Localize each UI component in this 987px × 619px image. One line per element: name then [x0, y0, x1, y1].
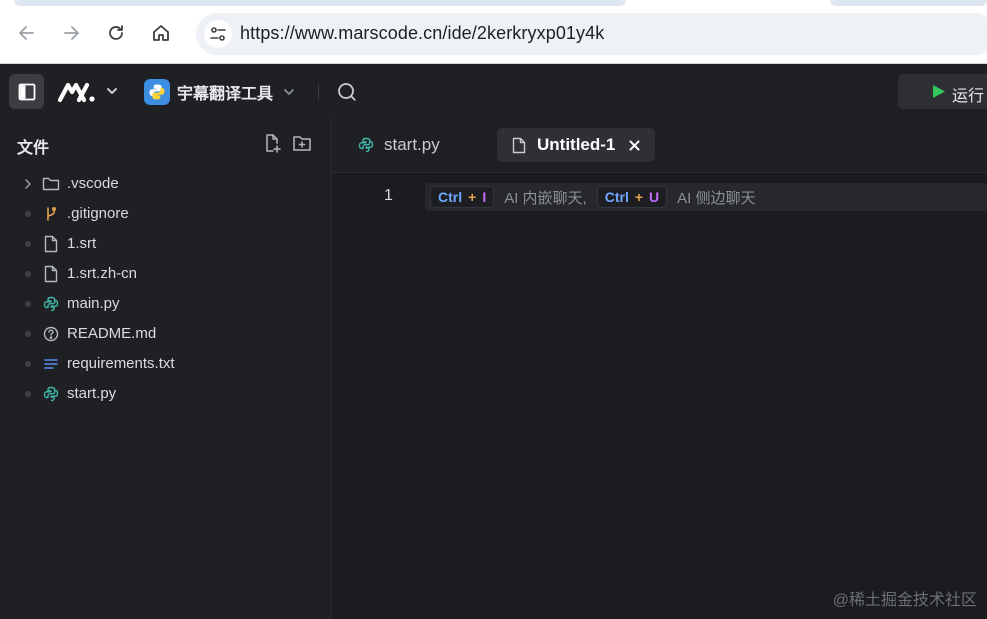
ide-header: 宇幕翻译工具 运行: [0, 64, 987, 119]
tree-item-main-py[interactable]: main.py: [0, 289, 331, 319]
editor-area: start.py Untitled-1 1 Ctrl + I AI 内嵌聊天, …: [332, 119, 987, 619]
browser-tab-strip-right: [830, 0, 987, 6]
project-name: 宇幕翻译工具: [177, 86, 274, 103]
shortcut-ctrl-i: Ctrl + I: [430, 186, 495, 208]
home-icon: [153, 25, 169, 41]
tab-start-py[interactable]: start.py: [358, 128, 440, 162]
forward-button[interactable]: [58, 20, 84, 46]
tree-item-label: requirements.txt: [67, 355, 175, 372]
tab-label: start.py: [384, 135, 440, 154]
hint-side-chat: AI 侧边聊天: [677, 189, 756, 207]
url-text[interactable]: https://www.marscode.cn/ide/2kerkryxp01y…: [240, 23, 604, 44]
project-switcher[interactable]: 宇幕翻译工具: [144, 78, 297, 106]
tree-item-label: README.md: [67, 325, 157, 342]
new-folder-icon[interactable]: [292, 133, 312, 153]
tab-label: Untitled-1: [537, 135, 616, 154]
reload-button[interactable]: [103, 20, 129, 46]
key-i: I: [482, 189, 487, 205]
help-circle-icon: [42, 325, 60, 343]
tree-item-label: main.py: [67, 295, 120, 312]
tree-dot: [20, 236, 36, 252]
folder-icon: [42, 175, 60, 193]
key-plus: +: [468, 189, 477, 205]
tree-item-1-srt[interactable]: 1.srt: [0, 229, 331, 259]
editor-tab-bar: start.py Untitled-1: [332, 119, 987, 173]
file-icon: [42, 265, 60, 283]
home-button[interactable]: [148, 20, 174, 46]
tree-dot: [20, 326, 36, 342]
browser-tab-strip: [14, 0, 626, 6]
site-info-icon: [210, 27, 226, 41]
tree-dot: [20, 356, 36, 372]
search-icon[interactable]: [336, 81, 358, 103]
key-u: U: [649, 189, 660, 205]
python-project-icon: [144, 79, 170, 105]
marscode-logo-icon[interactable]: [57, 80, 97, 104]
python-icon: [42, 295, 60, 313]
text-lines-icon: [42, 355, 60, 373]
run-button[interactable]: 运行: [898, 74, 987, 109]
line-number: 1: [384, 187, 393, 204]
sidebar-toggle-button[interactable]: [9, 74, 44, 109]
ai-shortcut-hint[interactable]: Ctrl + I AI 内嵌聊天, Ctrl + U AI 侧边聊天: [425, 183, 987, 211]
tree-item-label: .gitignore: [67, 205, 129, 222]
tree-item-label: start.py: [67, 385, 117, 402]
file-icon: [42, 235, 60, 253]
run-label: 运行: [952, 88, 985, 105]
python-icon: [358, 137, 374, 153]
tree-item-requirements[interactable]: requirements.txt: [0, 349, 331, 379]
forward-arrow-icon: [64, 26, 79, 40]
file-explorer: 文件 .vscode .gitignore 1.srt 1.srt.zh-cn …: [0, 119, 332, 619]
tree-dot: [20, 386, 36, 402]
python-icon: [42, 385, 60, 403]
sidebar-panel-icon: [18, 83, 35, 100]
tree-item-label: 1.srt: [67, 235, 97, 252]
tree-item-start-py[interactable]: start.py: [0, 379, 331, 409]
file-icon: [511, 137, 527, 153]
shortcut-ctrl-u: Ctrl + U: [596, 186, 668, 208]
watermark: @稀土掘金技术社区: [832, 592, 977, 609]
site-info-button[interactable]: [204, 20, 232, 48]
tree-item-vscode[interactable]: .vscode: [0, 169, 331, 199]
git-branch-icon: [42, 205, 60, 223]
hint-inline-chat: AI 内嵌聊天,: [504, 189, 587, 207]
close-icon[interactable]: [627, 138, 641, 152]
address-bar[interactable]: https://www.marscode.cn/ide/2kerkryxp01y…: [196, 13, 987, 55]
explorer-title: 文件: [17, 140, 50, 157]
chevron-right-icon[interactable]: [20, 176, 36, 192]
back-arrow-icon: [19, 26, 34, 40]
key-plus: +: [634, 189, 644, 205]
header-divider: [318, 84, 319, 100]
play-icon: [933, 85, 945, 98]
chevron-down-icon[interactable]: [103, 82, 121, 100]
tree-item-readme[interactable]: README.md: [0, 319, 331, 349]
reload-icon: [109, 25, 123, 40]
new-file-icon[interactable]: [262, 133, 282, 153]
chevron-down-icon: [284, 89, 294, 95]
tab-untitled-1[interactable]: Untitled-1: [497, 128, 656, 162]
tree-item-gitignore[interactable]: .gitignore: [0, 199, 331, 229]
tree-dot: [20, 296, 36, 312]
key-ctrl: Ctrl: [438, 189, 463, 205]
key-ctrl: Ctrl: [604, 189, 629, 205]
tree-item-1-srt-zh-cn[interactable]: 1.srt.zh-cn: [0, 259, 331, 289]
tree-item-label: 1.srt.zh-cn: [67, 265, 138, 282]
back-button[interactable]: [14, 20, 40, 46]
browser-toolbar: https://www.marscode.cn/ide/2kerkryxp01y…: [0, 0, 987, 64]
tree-item-label: .vscode: [67, 175, 119, 192]
tree-dot: [20, 206, 36, 222]
tree-dot: [20, 266, 36, 282]
